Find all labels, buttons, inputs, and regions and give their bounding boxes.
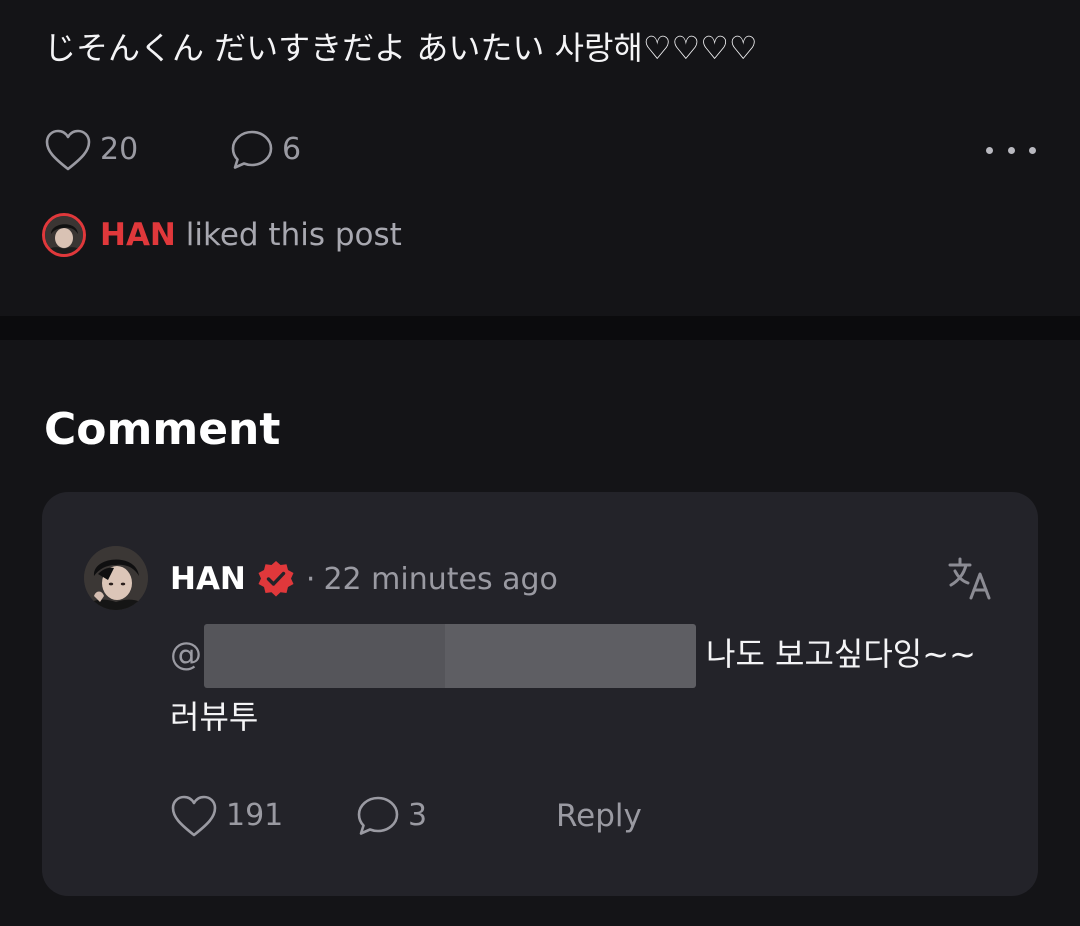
comment-card: HAN · 22 minutes ago @ 나도 보고싶다잉~~ 러뷰투 19…	[42, 492, 1038, 896]
comment-like-button[interactable]: 191	[170, 792, 283, 840]
comment-like-count: 191	[226, 798, 284, 833]
speech-bubble-icon	[357, 796, 399, 835]
liked-by-text: HAN liked this post	[100, 217, 402, 253]
mention-prefix: @	[170, 635, 202, 673]
liked-by-row[interactable]: HAN liked this post	[42, 210, 402, 260]
comment-body: @ 나도 보고싶다잉~~ 러뷰투	[170, 624, 1010, 746]
liked-by-name[interactable]: HAN	[100, 217, 176, 253]
avatar-image	[45, 216, 83, 254]
more-dot	[986, 146, 993, 154]
heart-outline-icon	[45, 129, 91, 171]
speech-bubble-icon	[231, 130, 273, 169]
post: じそんくん だいすきだよ あいたい 사랑해♡♡♡♡ 20 6 HAN liked…	[0, 0, 1080, 316]
section-divider	[0, 316, 1080, 340]
post-text: じそんくん だいすきだよ あいたい 사랑해♡♡♡♡	[44, 29, 758, 67]
redacted-username	[204, 624, 696, 688]
post-actions: 20 6	[44, 126, 1036, 174]
comment-reply-count-button[interactable]: 3	[356, 792, 427, 840]
comment-header: HAN · 22 minutes ago	[170, 554, 558, 604]
comment-author-avatar[interactable]	[84, 546, 148, 610]
post-like-button[interactable]: 20	[44, 126, 138, 174]
translate-button[interactable]	[946, 554, 996, 604]
comment-author-name[interactable]: HAN	[170, 561, 246, 597]
post-comment-button[interactable]: 6	[230, 126, 301, 174]
comment-section-title: Comment	[44, 404, 281, 455]
avatar-image	[84, 546, 148, 610]
header-separator: ·	[305, 561, 316, 597]
more-dot	[1007, 146, 1015, 154]
verified-badge-icon	[258, 561, 294, 597]
translate-icon	[948, 557, 991, 600]
post-like-count: 20	[100, 132, 139, 167]
comment-section: Comment HAN · 22 minutes ago @ 나도 보고싶다잉~…	[0, 340, 1080, 926]
comment-actions: 191 3 Reply	[170, 792, 870, 840]
reply-button[interactable]: Reply	[556, 792, 642, 840]
comment-timestamp: 22 minutes ago	[323, 561, 558, 597]
heart-outline-icon	[171, 795, 217, 837]
post-comment-count: 6	[282, 132, 302, 167]
comment-reply-count: 3	[408, 798, 428, 833]
liked-by-suffix: liked this post	[175, 217, 402, 253]
liked-by-avatar	[42, 213, 86, 257]
more-options-button[interactable]	[986, 132, 1036, 168]
more-dot	[1029, 146, 1036, 154]
